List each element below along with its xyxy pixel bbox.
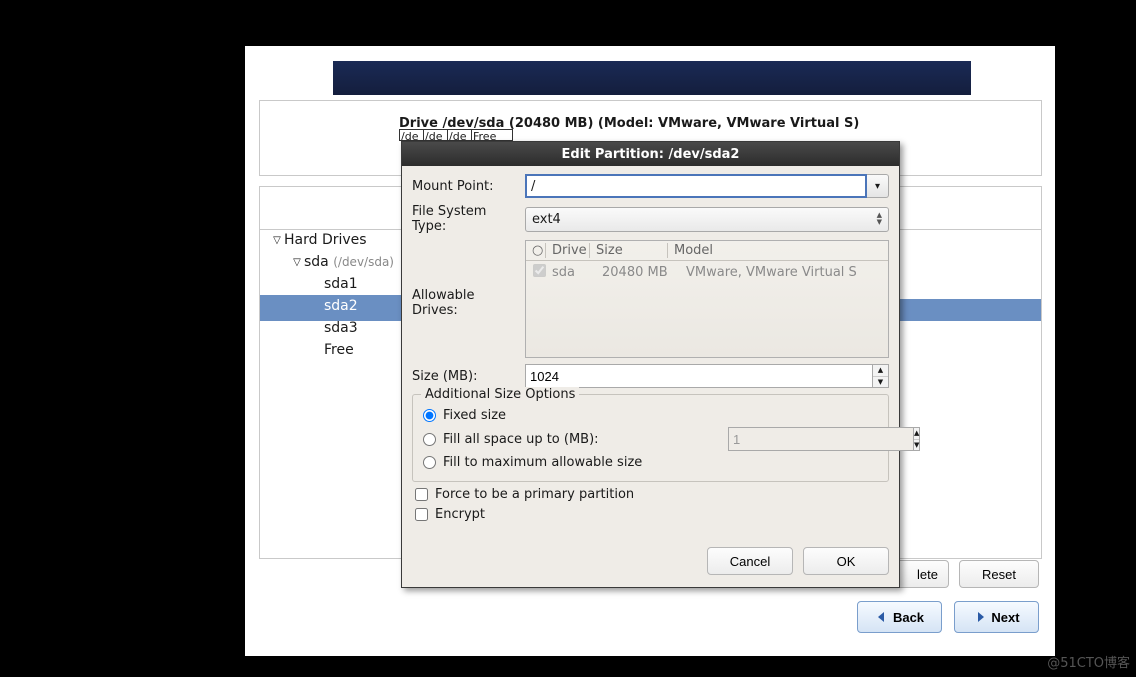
allowable-row[interactable]: sda 20480 MB VMware, VMware Virtual S <box>526 261 888 284</box>
tree-label: sda3 <box>324 320 358 336</box>
tree-label: Free <box>324 342 354 358</box>
size-spinner[interactable]: ▲▼ <box>873 364 889 388</box>
force-primary-row[interactable]: Force to be a primary partition <box>412 487 889 502</box>
fill-max-radio[interactable] <box>423 456 436 469</box>
fill-max-option[interactable]: Fill to maximum allowable size <box>423 455 878 470</box>
arrow-left-icon <box>875 610 889 624</box>
tree-label: sda <box>304 254 329 270</box>
updown-icon: ▲▼ <box>877 212 882 226</box>
fill-upto-option[interactable]: Fill all space up to (MB): ▲▼ <box>423 427 878 451</box>
fixed-size-radio[interactable] <box>423 409 436 422</box>
expander-icon[interactable]: ▽ <box>270 235 284 246</box>
fill-upto-label[interactable]: Fill all space up to (MB): <box>443 432 599 447</box>
fill-upto-radio[interactable] <box>423 433 436 446</box>
size-cell: 20480 MB <box>602 265 686 280</box>
fs-type-select[interactable]: ext4 ▲▼ <box>525 207 889 232</box>
additional-size-legend: Additional Size Options <box>421 387 579 402</box>
mount-point-value: / <box>531 179 535 194</box>
size-input[interactable] <box>525 364 873 388</box>
mount-point-label: Mount Point: <box>412 179 525 194</box>
tree-label: sda1 <box>324 276 358 292</box>
fill-upto-input <box>728 427 914 451</box>
force-primary-checkbox[interactable] <box>415 488 428 501</box>
encrypt-row[interactable]: Encrypt <box>412 507 889 522</box>
drive-seg: /de <box>399 129 423 141</box>
drive-col: Drive <box>546 243 590 258</box>
allowable-header: ○ Drive Size Model <box>526 241 888 261</box>
fixed-size-label[interactable]: Fixed size <box>443 408 506 423</box>
encrypt-checkbox[interactable] <box>415 508 428 521</box>
dialog-body: Mount Point: / ▾ File System Type: ext4 … <box>402 166 899 537</box>
allowable-drives-label: Allowable Drives: <box>412 240 525 318</box>
encrypt-label[interactable]: Encrypt <box>435 507 485 522</box>
drive-seg: Free <box>471 129 513 141</box>
next-label: Next <box>991 610 1019 625</box>
top-banner <box>333 61 971 95</box>
drive-cell: sda <box>552 265 602 280</box>
tree-label: Hard Drives <box>284 232 367 248</box>
size-row: Size (MB): ▲▼ <box>412 364 889 388</box>
fill-max-label[interactable]: Fill to maximum allowable size <box>443 455 642 470</box>
edit-partition-dialog: Edit Partition: /dev/sda2 Mount Point: /… <box>401 141 900 588</box>
drive-checkbox[interactable] <box>526 264 552 281</box>
nav-row: Back Next <box>259 601 1042 633</box>
checkbox-header: ○ <box>526 243 546 258</box>
spin-up-icon[interactable]: ▲ <box>873 365 888 377</box>
back-label: Back <box>893 610 924 625</box>
fs-type-value: ext4 <box>532 212 561 227</box>
mount-point-row: Mount Point: / ▾ <box>412 174 889 198</box>
next-button[interactable]: Next <box>954 601 1039 633</box>
additional-size-options: Additional Size Options Fixed size Fill … <box>412 394 889 482</box>
size-label: Size (MB): <box>412 369 525 384</box>
mount-point-dropdown-button[interactable]: ▾ <box>867 174 889 198</box>
tree-path: (/dev/sda) <box>333 255 394 269</box>
chevron-down-icon: ▾ <box>875 181 880 192</box>
dialog-footer: Cancel OK <box>402 537 899 587</box>
expander-icon[interactable]: ▽ <box>290 257 304 268</box>
size-col: Size <box>590 243 668 258</box>
drive-seg: /de <box>423 129 447 141</box>
dialog-titlebar[interactable]: Edit Partition: /dev/sda2 <box>402 142 899 166</box>
back-button[interactable]: Back <box>857 601 942 633</box>
force-primary-label[interactable]: Force to be a primary partition <box>435 487 634 502</box>
tree-label: sda2 <box>324 298 358 314</box>
drive-visualization: /de /de /de Free <box>399 129 513 141</box>
fixed-size-option[interactable]: Fixed size <box>423 408 878 423</box>
allowable-drives-list[interactable]: ○ Drive Size Model sda 20480 MB VMware, … <box>525 240 889 358</box>
fill-upto-spin: ▲▼ <box>728 427 878 451</box>
fill-upto-spinner: ▲▼ <box>914 427 920 451</box>
cancel-button[interactable]: Cancel <box>707 547 793 575</box>
model-col: Model <box>668 243 888 258</box>
watermark: @51CTO博客 <box>1047 652 1130 671</box>
fs-type-label: File System Type: <box>412 204 525 234</box>
reset-button[interactable]: Reset <box>959 560 1039 588</box>
fs-type-row: File System Type: ext4 ▲▼ <box>412 204 889 234</box>
spin-down-icon[interactable]: ▼ <box>873 377 888 388</box>
arrow-right-icon <box>973 610 987 624</box>
dialog-title: Edit Partition: /dev/sda2 <box>562 147 740 162</box>
ok-button[interactable]: OK <box>803 547 889 575</box>
allowable-drives-row: Allowable Drives: ○ Drive Size Model sda… <box>412 240 889 358</box>
drive-seg: /de <box>447 129 471 141</box>
model-cell: VMware, VMware Virtual S <box>686 265 888 280</box>
mount-point-input[interactable]: / <box>525 174 867 198</box>
